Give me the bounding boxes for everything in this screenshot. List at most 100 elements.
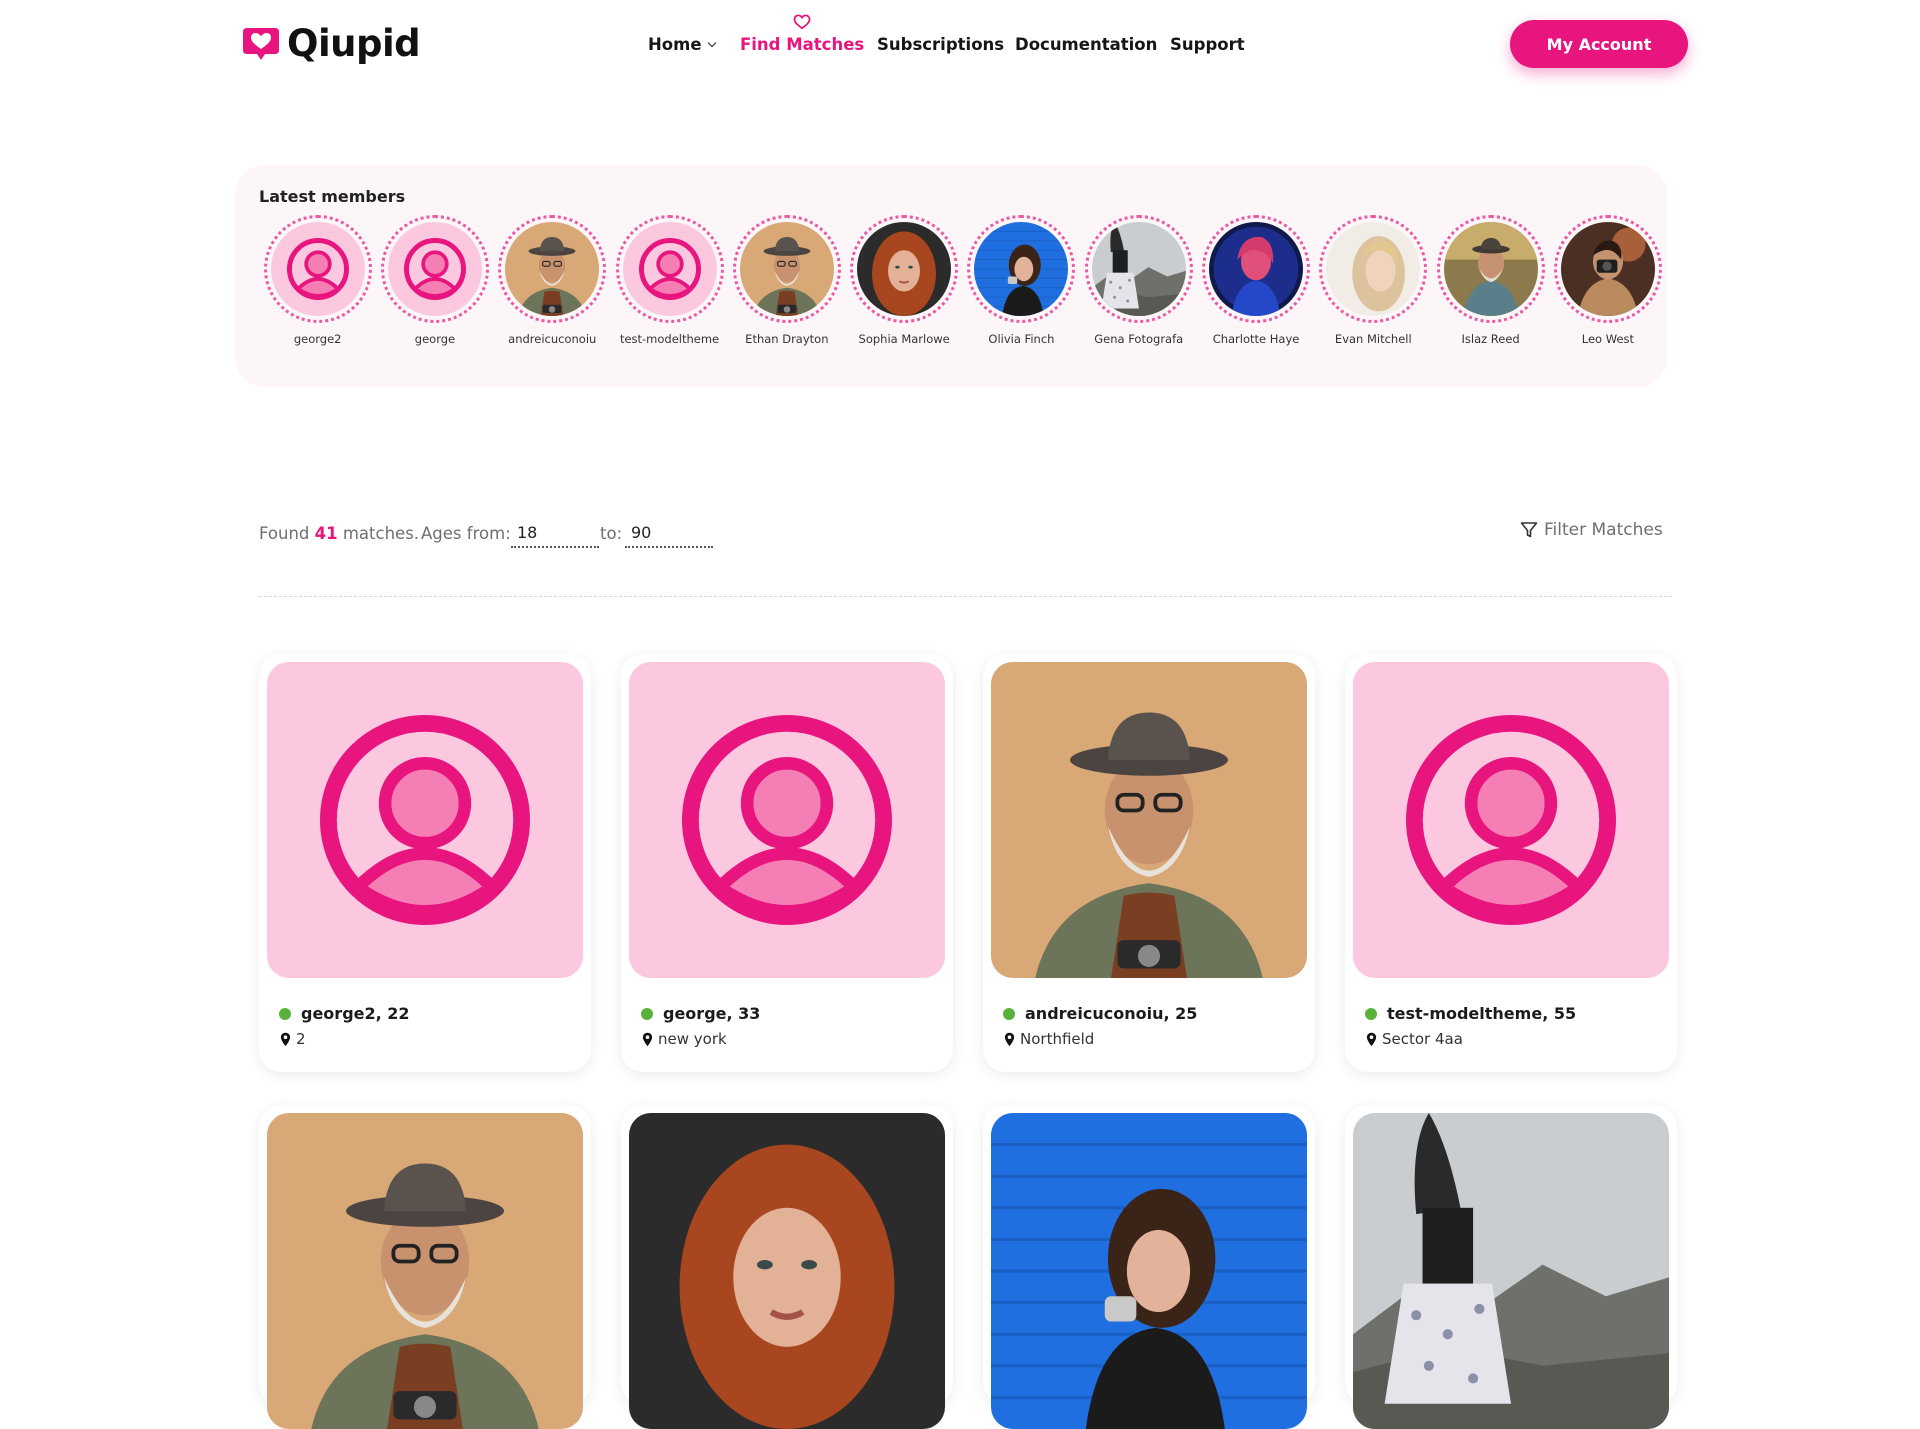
member-11[interactable]: Leo West: [1549, 215, 1666, 346]
member-avatar: [974, 222, 1069, 316]
member-avatar: [1091, 222, 1186, 316]
map-pin-icon: [280, 1032, 291, 1046]
map-pin-icon: [1366, 1032, 1377, 1046]
nav-support[interactable]: Support: [1170, 34, 1245, 56]
member-name: george: [414, 332, 456, 346]
match-separator: ,: [1163, 1004, 1176, 1023]
match-location-text: new york: [658, 1030, 727, 1048]
member-name: Olivia Finch: [988, 332, 1055, 346]
user-placeholder-icon: [1353, 662, 1669, 978]
match-card[interactable]: george2, 22 2: [259, 654, 591, 1072]
member-name: Charlotte Haye: [1212, 332, 1300, 346]
age-from-input[interactable]: [511, 518, 599, 548]
match-name: test-modeltheme: [1387, 1004, 1543, 1023]
online-status-dot: [1003, 1007, 1015, 1020]
ages-from-label: Ages from:: [421, 524, 511, 543]
match-location-text: Northfield: [1020, 1030, 1095, 1048]
match-location: 2: [280, 1030, 306, 1048]
match-location: Northfield: [1004, 1030, 1094, 1048]
member-6[interactable]: Olivia Finch: [963, 215, 1080, 346]
match-photo: [629, 1113, 945, 1429]
match-name-age: george2, 22: [279, 1004, 410, 1023]
member-avatar: [1560, 222, 1655, 316]
member-name: Evan Mitchell: [1334, 332, 1412, 346]
nav-documentation-label: Documentation: [1015, 35, 1158, 54]
member-4[interactable]: Ethan Drayton: [728, 215, 845, 346]
latest-members-panel: Latest members george2 george andreicucono…: [235, 165, 1667, 387]
match-location: Sector 4aa: [1366, 1030, 1463, 1048]
member-10[interactable]: Islaz Reed: [1432, 215, 1549, 346]
match-name-age: george, 33: [641, 1004, 760, 1023]
member-name: Islaz Reed: [1461, 332, 1520, 346]
member-8[interactable]: Charlotte Haye: [1197, 215, 1314, 346]
nav-support-label: Support: [1170, 35, 1245, 54]
section-divider: [259, 596, 1672, 597]
match-name-age: andreicuconoiu, 25: [1003, 1004, 1197, 1023]
match-photo: [991, 1113, 1307, 1429]
match-location-text: 2: [296, 1030, 306, 1048]
match-photo: [991, 662, 1307, 978]
match-photo: [267, 1113, 583, 1429]
chevron-down-icon: [707, 38, 716, 48]
brand-name: Qiupid: [287, 22, 421, 65]
member-avatar-ring: [1436, 215, 1545, 323]
member-avatar-ring: [498, 215, 607, 323]
member-avatar: [505, 222, 600, 316]
member-5[interactable]: Sophia Marlowe: [845, 215, 962, 346]
match-name: george2: [301, 1004, 376, 1023]
match-age: 25: [1175, 1004, 1198, 1023]
site-logo[interactable]: Qiupid: [241, 22, 421, 65]
match-age: 55: [1553, 1004, 1577, 1023]
map-pin-icon: [1004, 1032, 1015, 1046]
user-placeholder-icon: [622, 222, 717, 316]
member-name: Leo West: [1581, 332, 1635, 346]
member-name: Ethan Drayton: [745, 332, 829, 346]
found-text: Found 41 matches.: [259, 524, 419, 543]
filter-matches-button[interactable]: Filter Matches: [1520, 520, 1663, 540]
nav-home[interactable]: Home: [648, 34, 716, 56]
member-name: Sophia Marlowe: [858, 332, 950, 346]
match-photo: [1353, 1113, 1669, 1429]
nav-documentation[interactable]: Documentation: [1015, 34, 1157, 56]
member-avatar-ring: [1084, 215, 1193, 323]
match-count: 41: [314, 524, 338, 543]
member-avatar-ring: [732, 215, 841, 323]
heart-outline-icon: [793, 14, 811, 30]
filter-matches-label: Filter Matches: [1544, 520, 1663, 540]
match-separator: ,: [375, 1004, 388, 1023]
match-card[interactable]: [621, 1105, 953, 1429]
nav-find-matches[interactable]: Find Matches: [740, 14, 864, 56]
match-card[interactable]: test-modeltheme, 55 Sector 4aa: [1345, 654, 1677, 1072]
member-avatar-ring: [967, 215, 1076, 323]
member-avatar: [857, 222, 952, 316]
member-3[interactable]: test-modeltheme: [611, 215, 728, 346]
match-separator: ,: [1542, 1004, 1554, 1023]
member-1[interactable]: george: [376, 215, 493, 346]
member-0[interactable]: george2: [259, 215, 376, 346]
member-avatar-ring: [380, 215, 489, 323]
match-card[interactable]: george, 33 new york: [621, 654, 953, 1072]
member-name: test-modeltheme: [619, 332, 720, 346]
latest-members-title: Latest members: [259, 187, 406, 206]
ages-to-label: to:: [600, 524, 623, 543]
match-card[interactable]: [1345, 1105, 1677, 1429]
match-card[interactable]: andreicuconoiu, 25 Northfield: [983, 654, 1315, 1072]
online-status-dot: [641, 1007, 653, 1020]
member-avatar: [739, 222, 834, 316]
member-avatar-ring: [1319, 215, 1428, 323]
match-age: 33: [738, 1004, 761, 1023]
nav-subscriptions[interactable]: Subscriptions: [877, 34, 1004, 56]
member-9[interactable]: Evan Mitchell: [1315, 215, 1432, 346]
my-account-button[interactable]: My Account: [1510, 20, 1688, 68]
user-placeholder-icon: [267, 662, 583, 978]
match-location: new york: [642, 1030, 727, 1048]
member-7[interactable]: Gena Fotografa: [1080, 215, 1197, 346]
match-card[interactable]: [259, 1105, 591, 1429]
age-to-input[interactable]: [625, 518, 713, 548]
map-pin-icon: [642, 1032, 653, 1046]
member-2[interactable]: andreicuconoiu: [494, 215, 611, 346]
member-avatar: [1443, 222, 1538, 316]
match-name: george: [663, 1004, 727, 1023]
match-card[interactable]: [983, 1105, 1315, 1429]
found-prefix: Found: [259, 524, 310, 543]
